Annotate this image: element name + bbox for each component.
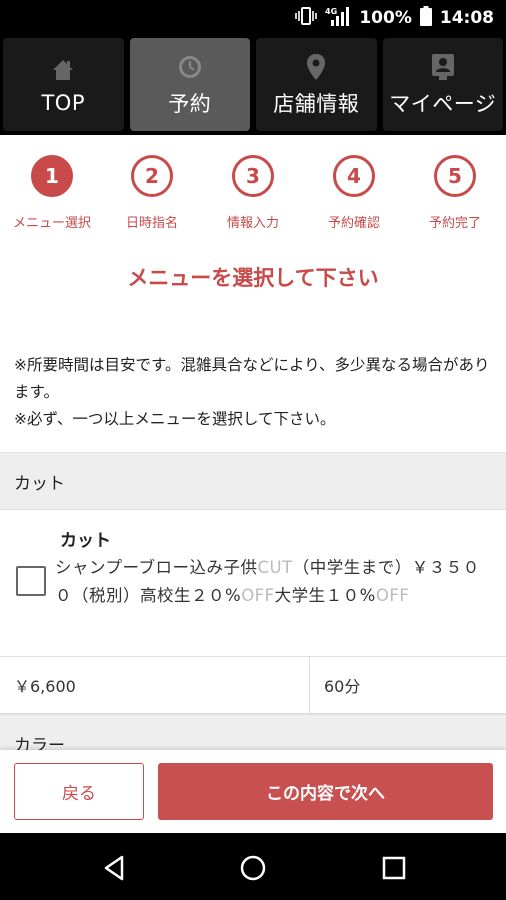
step-label: 予約確認 — [327, 216, 380, 231]
step-number: 2 — [131, 155, 173, 197]
step-1: 1 メニュー選択 — [2, 155, 102, 231]
step-number: 4 — [333, 155, 375, 197]
notes: ※所要時間は目安です。混雑具合などにより、多少異なる場合があります。 ※必ず、一… — [14, 352, 494, 433]
system-nav-bar — [0, 833, 506, 900]
step-indicator: 1 メニュー選択 2 日時指名 3 情報入力 4 予約確認 5 予約完了 — [0, 155, 506, 235]
note-duration: ※所要時間は目安です。混雑具合などにより、多少異なる場合があります。 — [14, 356, 490, 401]
nav-label: TOP — [41, 90, 86, 115]
menu-price: ￥6,600 — [0, 657, 310, 713]
menu-checkbox[interactable] — [16, 566, 46, 596]
person-card-icon — [428, 52, 458, 82]
nav-label: 店舗情報 — [273, 91, 360, 116]
page-headline: メニューを選択して下さい — [127, 266, 379, 290]
step-number: 1 — [31, 155, 73, 197]
nav-mypage[interactable]: マイページ — [382, 38, 503, 131]
svg-text:4G: 4G — [325, 7, 337, 16]
step-2: 2 日時指名 — [102, 155, 202, 231]
map-pin-icon — [301, 52, 331, 82]
home-icon — [48, 55, 78, 85]
top-nav: TOP 予約 店舗情報 マイページ — [0, 36, 506, 135]
menu-price-row: ￥6,600 60分 — [0, 656, 506, 714]
signal-icon: 4G — [325, 6, 351, 31]
step-number: 3 — [232, 155, 274, 197]
step-label: 日時指名 — [125, 216, 178, 231]
menu-item-name: カット — [60, 531, 111, 551]
battery-icon — [419, 5, 432, 31]
nav-label: 予約 — [168, 91, 212, 116]
back-triangle-icon[interactable] — [97, 851, 131, 885]
clock-time: 14:08 — [439, 8, 494, 28]
menu-item-description: シャンプーブロー込み子供CUT（中学生まで）￥３５００（税別）高校生２０%OFF… — [55, 558, 480, 605]
home-circle-icon[interactable] — [236, 851, 270, 885]
menu-duration: 60分 — [324, 677, 361, 696]
step-label: 予約完了 — [428, 216, 481, 231]
battery-percent: 100% — [359, 8, 412, 28]
nav-label: マイページ — [389, 91, 497, 116]
section-header-cut: カット — [0, 452, 506, 510]
step-3: 3 情報入力 — [203, 155, 303, 231]
nav-top[interactable]: TOP — [3, 38, 124, 131]
next-button[interactable]: この内容で次へ — [158, 763, 493, 820]
menu-item[interactable]: カット シャンプーブロー込み子供CUT（中学生まで）￥３５００（税別）高校生２０… — [0, 510, 506, 656]
footer-actions: 戻る この内容で次へ — [0, 750, 506, 833]
step-4: 4 予約確認 — [304, 155, 404, 231]
clock-icon — [175, 52, 205, 82]
back-button[interactable]: 戻る — [14, 763, 144, 820]
nav-store-info[interactable]: 店舗情報 — [256, 38, 377, 131]
nav-reservation[interactable]: 予約 — [129, 38, 250, 131]
status-bar: 4G 100% 14:08 — [0, 0, 506, 36]
step-label: メニュー選択 — [12, 216, 91, 231]
recents-square-icon[interactable] — [377, 851, 411, 885]
note-required: ※必ず、一つ以上メニューを選択して下さい。 — [14, 410, 336, 428]
step-5: 5 予約完了 — [405, 155, 505, 231]
step-label: 情報入力 — [226, 216, 279, 231]
vibrate-icon — [295, 6, 318, 30]
step-number: 5 — [434, 155, 476, 197]
